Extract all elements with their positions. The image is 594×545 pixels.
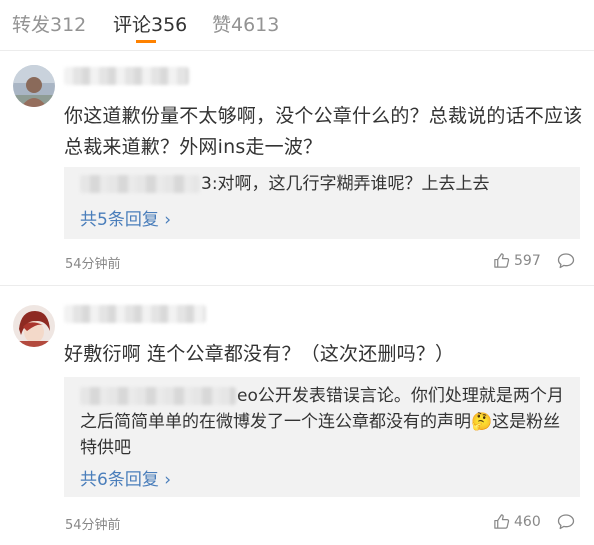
username-blurred[interactable] xyxy=(64,67,189,85)
reply-username-blurred[interactable] xyxy=(80,387,236,405)
more-replies-link[interactable]: 共6条回复 › xyxy=(80,465,171,490)
username-blurred[interactable] xyxy=(64,305,206,323)
like-button[interactable]: 597 xyxy=(493,252,541,269)
active-tab-indicator xyxy=(136,40,156,43)
comment-divider xyxy=(0,285,594,286)
more-replies-label: 共5条回复 xyxy=(80,210,159,230)
tab-reposts[interactable]: 转发312 xyxy=(12,10,86,37)
like-count: 460 xyxy=(514,513,541,530)
reply-preview-text: 3:对啊，这几行字糊弄谁呢？上去上去 xyxy=(80,171,572,197)
reply-bubble-icon[interactable] xyxy=(557,513,575,534)
like-count: 597 xyxy=(514,252,541,269)
tab-likes[interactable]: 赞4613 xyxy=(212,10,279,37)
reply-preview-box: eo公开发表错误言论。你们处理就是两个月之后简简单单的在微博发了一个连公章都没有… xyxy=(64,377,580,497)
tab-comments[interactable]: 评论356 xyxy=(113,10,187,37)
reply-preview-text: eo公开发表错误言论。你们处理就是两个月之后简简单单的在微博发了一个连公章都没有… xyxy=(80,383,572,461)
more-replies-label: 共6条回复 xyxy=(80,470,159,490)
chevron-right-icon: › xyxy=(158,210,172,230)
comment-text: 你这道歉份量不太够啊，没个公章什么的？总裁说的话不应该总裁来道歉？外网ins走一… xyxy=(64,105,583,158)
more-replies-link[interactable]: 共5条回复 › xyxy=(80,205,171,230)
comment-time: 54分钟前 xyxy=(65,257,121,272)
like-button[interactable]: 460 xyxy=(493,513,541,530)
user-avatar-icon[interactable] xyxy=(13,305,55,347)
reply-bubble-icon[interactable] xyxy=(557,252,575,273)
comment-tabs: 转发312 评论356 赞4613 xyxy=(0,0,594,48)
tabs-divider xyxy=(0,50,594,51)
thumbs-up-icon xyxy=(494,514,510,529)
reply-preview-box: 3:对啊，这几行字糊弄谁呢？上去上去 共5条回复 › xyxy=(64,167,580,239)
user-avatar-icon[interactable] xyxy=(13,65,55,107)
chevron-right-icon: › xyxy=(158,470,172,490)
comment-text: 好敷衍啊 连个公章都没有？（这次还删吗？） xyxy=(64,343,455,365)
thumbs-up-icon xyxy=(494,253,510,268)
reply-preview-content: 3:对啊，这几行字糊弄谁呢？上去上去 xyxy=(201,174,490,194)
reply-username-blurred[interactable] xyxy=(80,175,200,193)
comment-time: 54分钟前 xyxy=(65,518,121,533)
